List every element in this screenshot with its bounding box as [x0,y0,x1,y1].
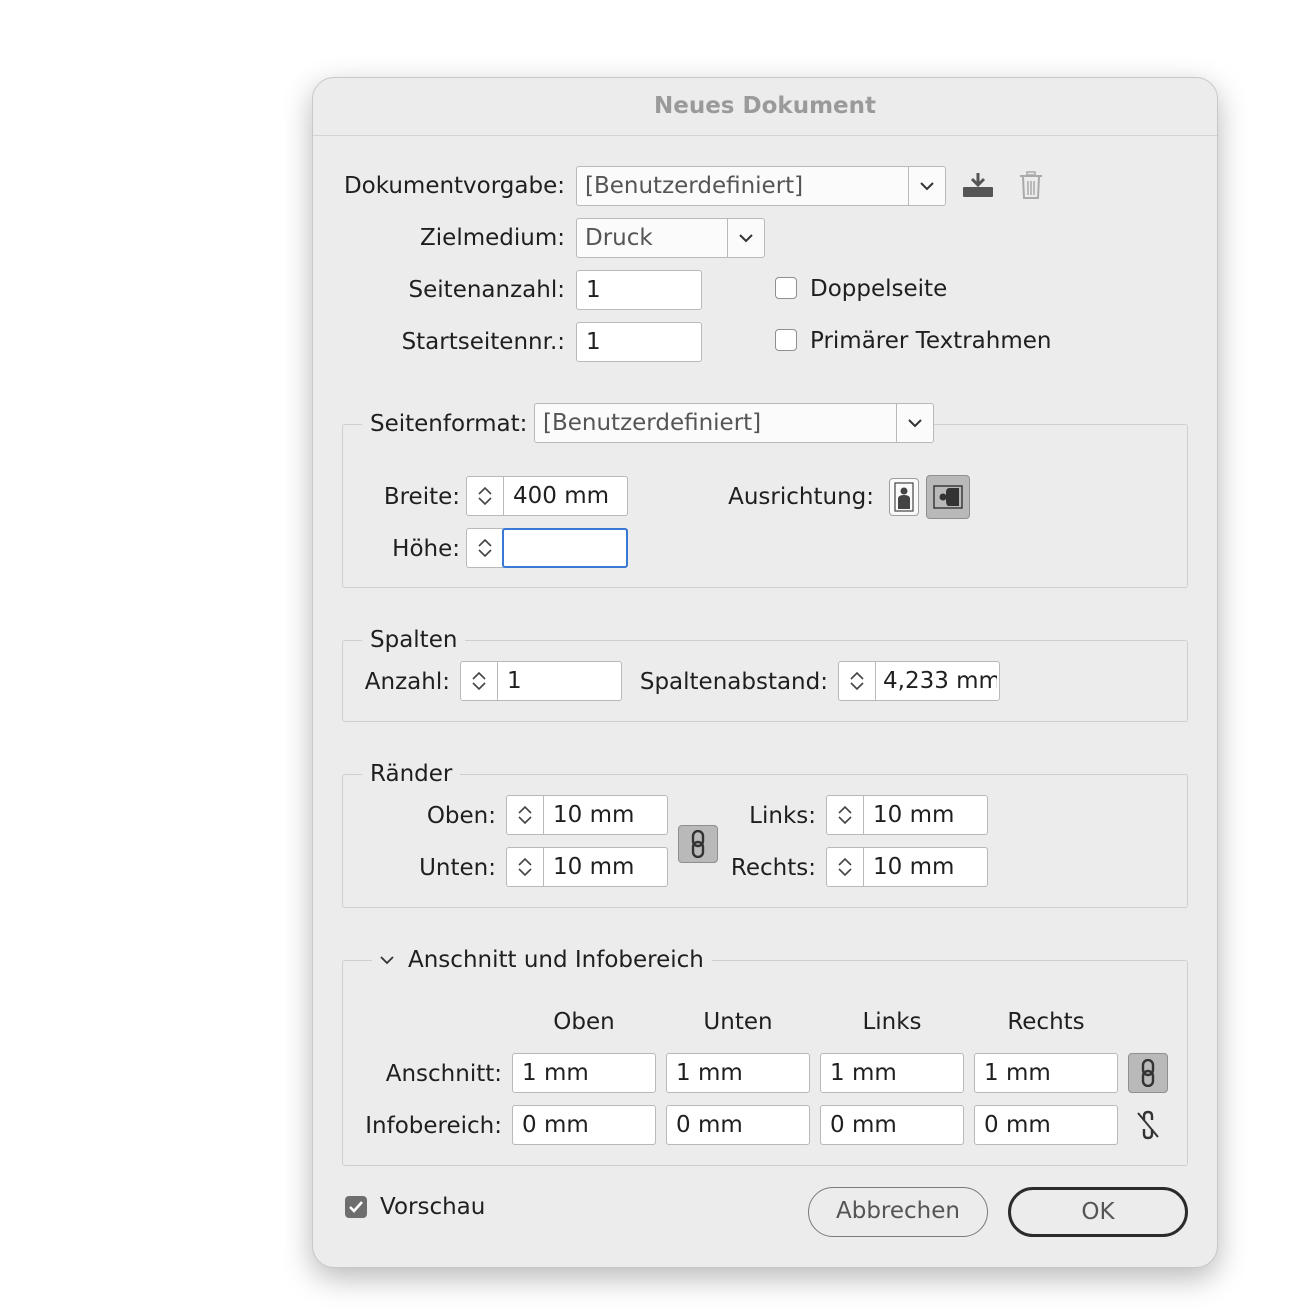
primary-text-frame-label: Primärer Textrahmen [810,328,1052,354]
stepper-arrows-icon[interactable] [507,848,544,886]
facing-pages-checkbox[interactable] [775,277,797,299]
gutter-value[interactable]: 4,233 mm [883,662,997,700]
page-size-dropdown[interactable]: [Benutzerdefiniert] [534,403,934,443]
margin-top-label: Oben: [426,803,496,829]
stepper-arrows-icon[interactable] [467,477,504,515]
gutter-label: Spaltenabstand: [639,669,828,695]
stepper-arrows-icon[interactable] [827,848,864,886]
stepper-arrows-icon[interactable] [461,662,498,700]
margin-bottom-label: Unten: [419,855,496,881]
height-input-focus [502,528,628,568]
bleed-top-input[interactable]: 1 mm [512,1053,656,1093]
bleed-col-right: Rechts [1007,1009,1085,1035]
chain-link-icon[interactable] [678,825,718,863]
stepper-arrows-icon[interactable] [467,529,504,567]
start-page-input[interactable]: 1 [576,322,702,362]
preview-checkbox[interactable] [345,1196,367,1218]
preview-label: Vorschau [380,1194,486,1220]
facing-pages-label: Doppelseite [810,276,948,302]
chevron-down-icon [727,219,764,257]
intent-dropdown[interactable]: Druck [576,218,765,258]
columns-legend: Spalten [362,624,466,656]
page-size-value: [Benutzerdefiniert] [543,410,762,436]
bleed-slug-legend: Anschnitt und Infobereich [408,947,704,973]
cancel-button[interactable]: Abbrechen [808,1187,988,1237]
checkmark-icon [349,1201,363,1213]
stepper-arrows-icon[interactable] [827,796,864,834]
margin-top-stepper[interactable]: 10 mm [506,795,668,835]
slug-label: Infobereich: [365,1113,502,1139]
margin-top-value[interactable]: 10 mm [553,796,665,834]
margin-bottom-stepper[interactable]: 10 mm [506,847,668,887]
start-page-label: Startseitennr.: [401,329,565,355]
save-preset-icon[interactable] [960,168,996,202]
bleed-right-input[interactable]: 1 mm [974,1053,1118,1093]
ok-button[interactable]: OK [1008,1187,1188,1237]
stepper-arrows-icon[interactable] [839,662,876,700]
height-label: Höhe: [392,536,460,562]
orientation-label: Ausrichtung: [728,484,874,510]
bleed-col-top: Oben [553,1009,615,1035]
chevron-down-icon [896,404,933,442]
columns-number-stepper[interactable]: 1 [460,661,622,701]
slug-top-input[interactable]: 0 mm [512,1105,656,1145]
bleed-bottom-input[interactable]: 1 mm [666,1053,810,1093]
trash-icon[interactable] [1016,168,1046,202]
margin-left-value[interactable]: 10 mm [873,796,985,834]
slug-left-input[interactable]: 0 mm [820,1105,964,1145]
margin-right-stepper[interactable]: 10 mm [826,847,988,887]
margin-bottom-value[interactable]: 10 mm [553,848,665,886]
margin-right-label: Rechts: [730,855,816,881]
height-stepper[interactable] [466,528,628,568]
columns-number-label: Anzahl: [364,669,450,695]
slug-right-input[interactable]: 0 mm [974,1105,1118,1145]
pages-input[interactable]: 1 [576,270,702,310]
intent-value: Druck [585,225,653,251]
preset-label: Dokumentvorgabe: [343,173,565,199]
broken-link-icon[interactable] [1128,1105,1168,1145]
pages-label: Seitenanzahl: [408,277,565,303]
columns-number-value[interactable]: 1 [507,662,619,700]
landscape-orientation-icon[interactable] [926,475,970,519]
bleed-col-left: Links [862,1009,922,1035]
bleed-col-bottom: Unten [703,1009,773,1035]
margin-left-label: Links: [749,803,816,829]
margin-right-value[interactable]: 10 mm [873,848,985,886]
stepper-arrows-icon[interactable] [507,796,544,834]
margins-legend: Ränder [362,758,461,790]
bleed-slug-disclosure[interactable]: Anschnitt und Infobereich [372,944,712,976]
preset-dropdown[interactable]: [Benutzerdefiniert] [576,166,946,206]
bleed-left-input[interactable]: 1 mm [820,1053,964,1093]
page-size-label: Seitenformat: [362,408,536,440]
margin-left-stepper[interactable]: 10 mm [826,795,988,835]
portrait-orientation-icon[interactable] [889,478,919,516]
slug-bottom-input[interactable]: 0 mm [666,1105,810,1145]
intent-label: Zielmedium: [420,225,565,251]
width-label: Breite: [383,484,460,510]
chevron-down-icon [908,167,945,205]
width-value[interactable]: 400 mm [513,477,625,515]
dialog-title: Neues Dokument [313,78,1217,136]
preset-value: [Benutzerdefiniert] [585,173,804,199]
primary-text-frame-checkbox[interactable] [775,329,797,351]
width-stepper[interactable]: 400 mm [466,476,628,516]
chain-link-icon[interactable] [1128,1053,1168,1093]
bleed-label: Anschnitt: [385,1061,502,1087]
gutter-stepper[interactable]: 4,233 mm [838,661,1000,701]
chevron-down-icon [380,955,394,964]
